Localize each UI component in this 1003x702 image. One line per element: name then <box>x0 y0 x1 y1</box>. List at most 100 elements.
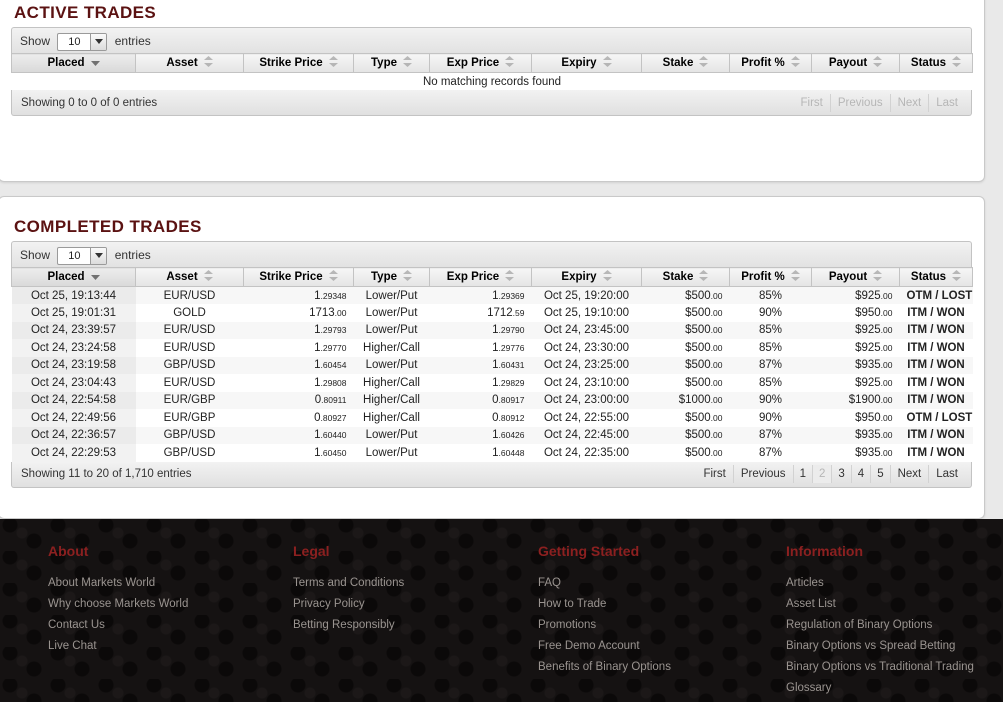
active-length-value: 10 <box>68 35 81 48</box>
cell-type: Lower/Put <box>353 426 430 444</box>
site-footer: About About Markets World Why choose Marke… <box>0 519 1003 702</box>
completed-page-3[interactable]: 3 <box>831 465 850 483</box>
completed-col-stake[interactable]: Stake <box>641 267 730 287</box>
cell-asset: GOLD <box>135 304 244 322</box>
active-col-strike-price[interactable]: Strike Price <box>243 53 354 73</box>
footer-link[interactable]: Privacy Policy <box>293 594 538 615</box>
footer-link[interactable]: Benefits of Binary Options <box>538 657 786 678</box>
completed-col-exp-price-label: Exp Price <box>446 271 500 283</box>
completed-trades-datatable: Show 10 entries Placed Asset Strike Pric… <box>11 241 973 488</box>
active-col-payout[interactable]: Payout <box>811 53 900 73</box>
cell-strike-price: 1.29808 <box>243 374 354 392</box>
footer-link[interactable]: Terms and Conditions <box>293 573 538 594</box>
cell-expiry: Oct 25, 19:10:00 <box>531 304 642 322</box>
footer-link[interactable]: Glossary <box>786 678 1001 699</box>
footer-link[interactable]: Why choose Markets World <box>48 594 293 615</box>
table-row[interactable]: Oct 24, 23:39:57 EUR/USD 1.29793 Lower/Put 1… <box>11 321 973 339</box>
table-row[interactable]: Oct 24, 23:04:43 EUR/USD 1.29808 Higher/Cal… <box>11 374 973 392</box>
cell-strike-price: 0.80911 <box>243 391 354 409</box>
completed-col-profit-label: Profit % <box>741 271 785 283</box>
completed-col-placed[interactable]: Placed <box>11 267 136 287</box>
completed-col-strike-price-label: Strike Price <box>259 271 323 283</box>
cell-asset: EUR/USD <box>135 321 244 339</box>
table-row[interactable]: Oct 24, 22:54:58 EUR/GBP 0.80911 Higher/Cal… <box>11 391 973 409</box>
cell-exp-price: 1.29790 <box>429 321 532 339</box>
active-col-status[interactable]: Status <box>899 53 973 73</box>
footer-heading: Getting Started <box>538 543 640 559</box>
cell-stake: $500.00 <box>641 304 730 322</box>
table-row[interactable]: Oct 25, 19:01:31 GOLD 1713.00 Lower/Put 1712… <box>11 304 973 322</box>
completed-col-asset[interactable]: Asset <box>135 267 244 287</box>
active-length-select[interactable]: 10 <box>57 32 108 51</box>
cell-strike-price: 1.29770 <box>243 339 354 357</box>
footer-link[interactable]: Promotions <box>538 615 786 636</box>
footer-link[interactable]: Asset List <box>786 594 1001 615</box>
sort-both-icon <box>505 56 515 70</box>
active-page-next[interactable]: Next <box>889 93 929 112</box>
completed-page-first[interactable]: First <box>696 465 732 483</box>
cell-profit: 90% <box>729 391 812 409</box>
completed-page-2[interactable]: 2 <box>811 465 832 483</box>
status-badge: ITM / WON <box>899 304 973 322</box>
cell-type: Lower/Put <box>353 304 430 322</box>
completed-page-last[interactable]: Last <box>928 465 965 483</box>
completed-col-type[interactable]: Type <box>353 267 430 287</box>
active-info-text: Showing 0 to 0 of 0 entries <box>21 96 158 109</box>
active-col-profit[interactable]: Profit % <box>729 53 812 73</box>
footer-link[interactable]: How to Trade <box>538 594 786 615</box>
active-col-stake[interactable]: Stake <box>641 53 730 73</box>
completed-col-profit[interactable]: Profit % <box>729 267 812 287</box>
active-col-expiry[interactable]: Expiry <box>531 53 642 73</box>
active-entries-label: entries <box>114 34 151 48</box>
footer-link[interactable]: About Markets World <box>48 573 293 594</box>
footer-heading: Information <box>786 543 863 559</box>
cell-type: Higher/Call <box>353 339 430 357</box>
cell-profit: 90% <box>729 304 812 322</box>
chevron-down-icon[interactable] <box>90 33 107 50</box>
footer-link[interactable]: Articles <box>786 573 1001 594</box>
table-row[interactable]: Oct 24, 22:49:56 EUR/GBP 0.80927 Higher/Cal… <box>11 409 973 427</box>
completed-page-4[interactable]: 4 <box>850 465 870 483</box>
cell-type: Lower/Put <box>353 286 430 304</box>
sort-both-icon <box>952 270 962 284</box>
table-row[interactable]: Oct 24, 22:36:57 GBP/USD 1.60440 Lower/Put 1… <box>11 426 973 444</box>
completed-col-payout[interactable]: Payout <box>811 267 900 287</box>
active-col-type[interactable]: Type <box>353 53 430 73</box>
completed-col-expiry[interactable]: Expiry <box>531 267 642 287</box>
active-col-asset[interactable]: Asset <box>135 53 244 73</box>
completed-page-previous[interactable]: Previous <box>732 465 793 483</box>
active-trades-table: Placed Asset Strike Price Type Exp Price… <box>11 53 973 90</box>
table-row[interactable]: Oct 24, 23:24:58 EUR/USD 1.29770 Higher/Cal… <box>11 339 973 357</box>
completed-page-5[interactable]: 5 <box>870 465 889 483</box>
footer-link[interactable]: Regulation of Binary Options <box>786 615 1001 636</box>
footer-link[interactable]: FAQ <box>538 573 786 594</box>
completed-page-next[interactable]: Next <box>889 465 929 483</box>
cell-profit: 87% <box>729 356 812 374</box>
footer-link[interactable]: Binary Options vs Spread Betting <box>786 636 1001 657</box>
active-col-placed[interactable]: Placed <box>11 53 136 73</box>
completed-col-exp-price[interactable]: Exp Price <box>429 267 532 287</box>
cell-stake: $500.00 <box>641 409 730 427</box>
active-col-exp-price[interactable]: Exp Price <box>429 53 532 73</box>
completed-col-status[interactable]: Status <box>899 267 973 287</box>
chevron-down-icon[interactable] <box>90 247 107 264</box>
status-badge: ITM / WON <box>899 374 973 392</box>
active-col-profit-label: Profit % <box>741 57 785 69</box>
completed-col-strike-price[interactable]: Strike Price <box>243 267 354 287</box>
footer-link[interactable]: Live Chat <box>48 636 293 657</box>
active-page-previous[interactable]: Previous <box>829 93 890 112</box>
table-row[interactable]: Oct 24, 22:29:53 GBP/USD 1.60450 Lower/Put 1… <box>11 444 973 462</box>
active-page-first[interactable]: First <box>793 94 829 112</box>
footer-link[interactable]: Contact Us <box>48 615 293 636</box>
footer-link[interactable]: Free Demo Account <box>538 636 786 657</box>
table-row[interactable]: Oct 25, 19:13:44 EUR/USD 1.29348 Lower/Put 1… <box>11 286 973 304</box>
table-row[interactable]: Oct 24, 23:19:58 GBP/USD 1.60454 Lower/Put 1… <box>11 356 973 374</box>
cell-asset: EUR/USD <box>135 286 244 304</box>
footer-link[interactable]: Binary Options vs Traditional Trading <box>786 657 1001 678</box>
completed-length-select[interactable]: 10 <box>57 246 108 265</box>
completed-page-1[interactable]: 1 <box>792 465 812 483</box>
active-page-last[interactable]: Last <box>928 93 965 112</box>
footer-column-legal: Legal Terms and Conditions Privacy Policy B… <box>293 543 538 699</box>
footer-link[interactable]: Betting Responsibly <box>293 615 538 636</box>
footer-heading: About <box>48 543 89 559</box>
